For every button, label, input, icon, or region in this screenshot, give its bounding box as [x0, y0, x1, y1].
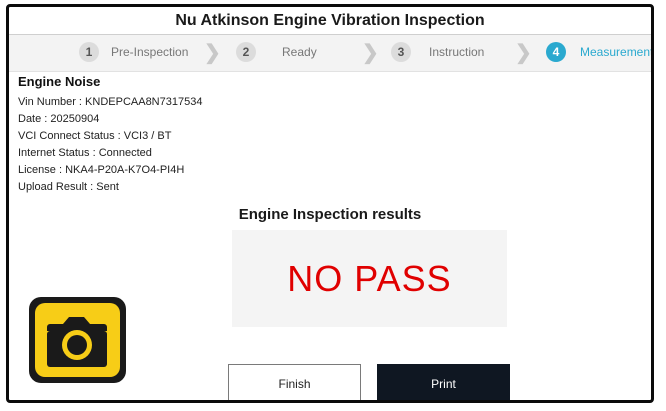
step-number: 4 — [546, 42, 566, 62]
step-number: 1 — [79, 42, 99, 62]
internet-status: Internet Status : Connected — [18, 147, 152, 159]
step-label: Pre-Inspection — [111, 45, 189, 59]
inspection-info: Engine Noise Vin Number : KNDEPCAA8N7317… — [18, 74, 202, 196]
result-panel: NO PASS — [232, 230, 507, 327]
info-heading: Engine Noise — [18, 74, 101, 89]
chevron-right-icon: ❯ — [204, 42, 221, 64]
camera-icon — [35, 303, 120, 377]
page-title: Nu Atkinson Engine Vibration Inspection — [175, 11, 485, 29]
camera-button[interactable] — [29, 297, 126, 383]
step-progress-bar: 1 Pre-Inspection ❯ 2 Ready ❯ 3 Instructi… — [9, 35, 651, 72]
step-instruction: 3 Instruction — [391, 42, 484, 62]
app-window: Nu Atkinson Engine Vibration Inspection … — [6, 4, 654, 403]
step-number: 3 — [391, 42, 411, 62]
print-button[interactable]: Print — [377, 364, 510, 400]
chevron-right-icon: ❯ — [515, 42, 532, 64]
title-bar: Nu Atkinson Engine Vibration Inspection — [9, 7, 651, 35]
step-pre-inspection: 1 Pre-Inspection — [79, 42, 188, 62]
vci-connect-status: VCI Connect Status : VCI3 / BT — [18, 130, 172, 142]
results-title: Engine Inspection results — [238, 206, 422, 223]
chevron-right-icon: ❯ — [362, 42, 379, 64]
vin-number: Vin Number : KNDEPCAA8N7317534 — [18, 96, 203, 108]
step-ready: 2 Ready — [236, 42, 317, 62]
result-status: NO PASS — [287, 257, 452, 299]
step-label: Measurement — [580, 45, 654, 59]
finish-button[interactable]: Finish — [228, 364, 361, 400]
upload-result: Upload Result : Sent — [18, 181, 119, 193]
date: Date : 20250904 — [18, 113, 100, 125]
step-label: Ready — [282, 45, 317, 59]
step-label: Instruction — [429, 45, 485, 59]
step-number: 2 — [236, 42, 256, 62]
license: License : NKA4-P20A-K7O4-PI4H — [18, 164, 185, 176]
step-measurement: 4 Measurement — [546, 42, 654, 62]
